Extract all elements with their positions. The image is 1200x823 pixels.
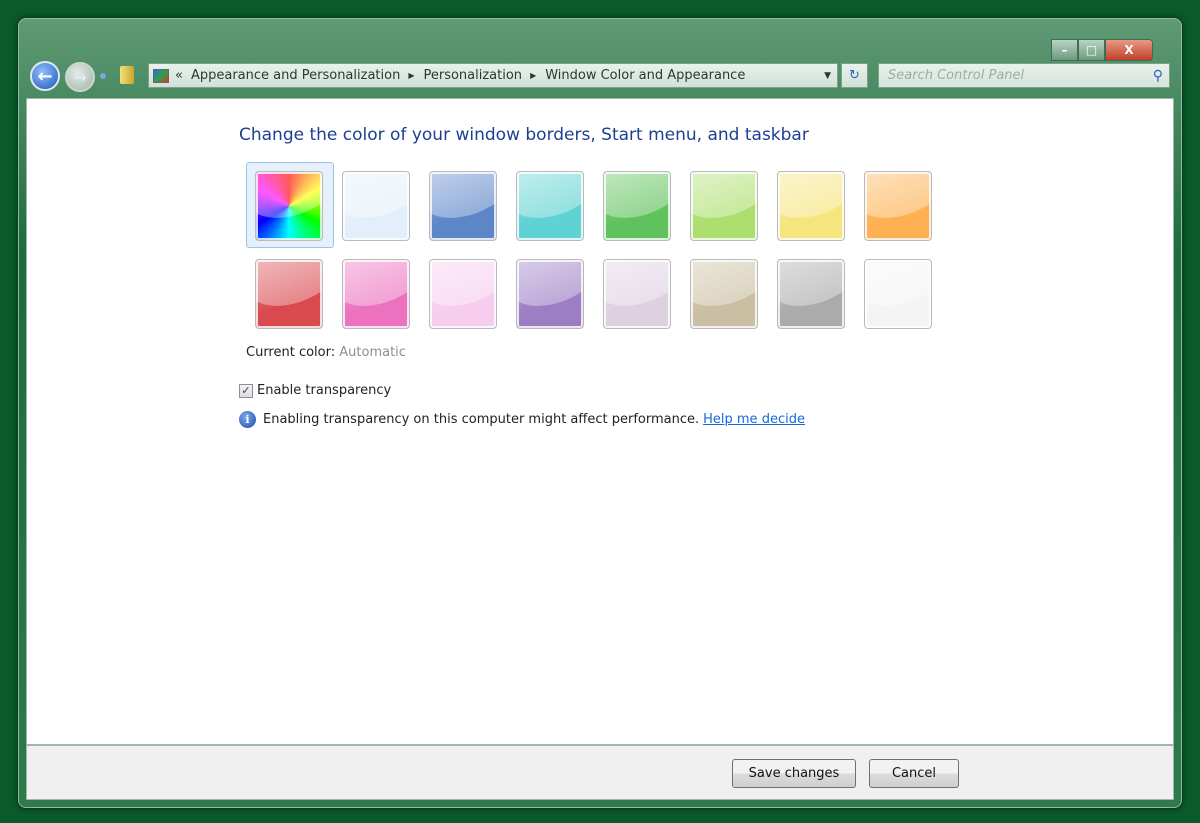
search-placeholder: Search Control Panel xyxy=(888,68,1025,83)
control-panel-icon xyxy=(153,68,169,83)
checkbox-check-icon[interactable]: ✓ xyxy=(239,383,253,398)
transparency-info: i Enabling transparency on this computer… xyxy=(239,411,805,428)
close-button[interactable]: X xyxy=(1105,39,1153,61)
color-swatch-ruby[interactable] xyxy=(255,259,323,329)
color-swatch-violet[interactable] xyxy=(516,259,584,329)
color-swatch-taupe[interactable] xyxy=(690,259,758,329)
minimize-button[interactable]: – xyxy=(1051,39,1078,61)
enable-transparency-checkbox[interactable]: ✓ Enable transparency xyxy=(239,383,391,398)
color-swatch-sky[interactable] xyxy=(342,171,410,241)
refresh-button[interactable]: ↻ xyxy=(841,63,868,88)
footer-bar: Save changes Cancel xyxy=(26,745,1174,800)
maximize-button[interactable]: □ xyxy=(1078,39,1105,61)
color-swatch-twilight[interactable] xyxy=(429,171,497,241)
color-swatch-blush[interactable] xyxy=(429,259,497,329)
color-swatch-leaf[interactable] xyxy=(603,171,671,241)
color-swatch-pumpkin[interactable] xyxy=(864,171,932,241)
color-swatch-lavender[interactable] xyxy=(603,259,671,329)
address-bar[interactable]: « Appearance and Personalization ▶ Perso… xyxy=(148,63,838,88)
color-swatch-lemon[interactable] xyxy=(777,171,845,241)
color-swatch-lime[interactable] xyxy=(690,171,758,241)
search-icon[interactable]: ⚲ xyxy=(1153,68,1163,84)
info-text: Enabling transparency on this computer m… xyxy=(263,412,700,427)
color-swatch-fuchsia[interactable] xyxy=(342,259,410,329)
current-color: Current color: Automatic xyxy=(246,345,406,360)
back-button[interactable]: ← xyxy=(30,61,60,91)
control-panel-folder-icon xyxy=(120,66,134,84)
color-swatch-sea[interactable] xyxy=(516,171,584,241)
content-pane: Change the color of your window borders,… xyxy=(26,98,1174,745)
enable-transparency-label[interactable]: Enable transparency xyxy=(257,383,391,398)
color-swatch-slate[interactable] xyxy=(864,259,932,329)
info-icon: i xyxy=(239,411,256,428)
window-controls: – □ X xyxy=(1051,39,1153,61)
breadcrumb-appearance[interactable]: Appearance and Personalization xyxy=(191,68,400,83)
current-color-value: Automatic xyxy=(339,345,406,360)
address-dropdown-icon[interactable]: ▼ xyxy=(824,71,831,81)
breadcrumb-overflow[interactable]: « xyxy=(175,68,183,83)
help-me-decide-link[interactable]: Help me decide xyxy=(703,412,805,427)
color-swatch-chocolate[interactable] xyxy=(777,259,845,329)
breadcrumb-personalization[interactable]: Personalization xyxy=(423,68,522,83)
page-title: Change the color of your window borders,… xyxy=(239,125,809,145)
cancel-button[interactable]: Cancel xyxy=(869,759,959,788)
breadcrumb-arrow-icon[interactable]: ▶ xyxy=(408,71,414,80)
breadcrumb-arrow-icon[interactable]: ▶ xyxy=(530,71,536,80)
color-swatch-automatic[interactable] xyxy=(255,171,323,241)
search-input[interactable]: Search Control Panel ⚲ xyxy=(878,63,1170,88)
recent-pages-dropdown[interactable] xyxy=(100,73,106,79)
current-color-label: Current color: xyxy=(246,345,336,360)
save-changes-button[interactable]: Save changes xyxy=(732,759,856,788)
forward-button[interactable]: → xyxy=(65,62,95,92)
breadcrumb-window-color[interactable]: Window Color and Appearance xyxy=(545,68,745,83)
